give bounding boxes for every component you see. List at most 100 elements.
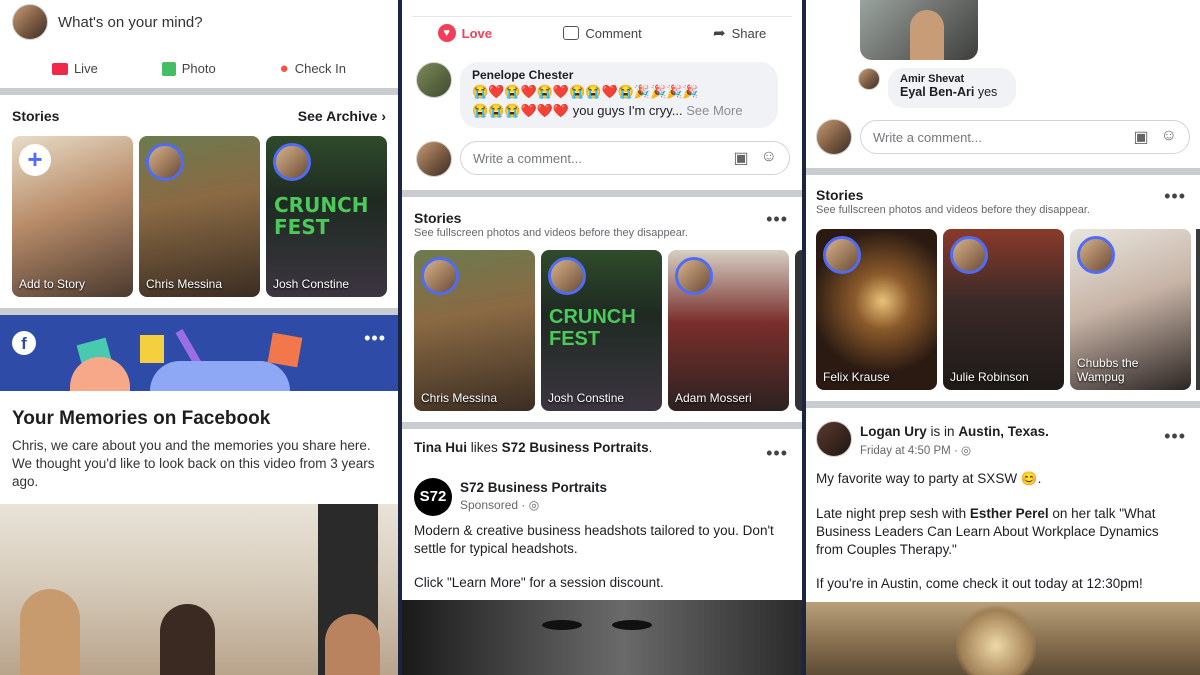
story-name: Julie Robinson [950, 370, 1029, 384]
avatar [416, 141, 452, 177]
more-options-icon[interactable]: ••• [766, 444, 788, 462]
story-card[interactable]: Felix Krause [816, 229, 937, 390]
avatar [823, 236, 861, 274]
story-name: Josh Constine [273, 277, 350, 291]
memories-illustration [70, 323, 330, 391]
sponsored-label: Sponsored · ◎ [460, 498, 540, 512]
camera-icon[interactable]: ▣ [1134, 127, 1149, 147]
reply-bubble: Amir Shevat Eyal Ben-Ari yes [888, 68, 1016, 108]
story-card[interactable]: Chris Messina [139, 136, 260, 297]
crunch-fest-sign: CRUNCH FEST [274, 193, 369, 239]
smiley-icon[interactable]: ☺ [761, 148, 777, 168]
stories-title: Stories [816, 187, 864, 203]
divider [0, 88, 398, 95]
story-name: Felix Krause [823, 370, 890, 384]
post-author[interactable]: Logan Ury [860, 424, 927, 439]
reply-author[interactable]: Amir Shevat [900, 73, 1004, 85]
post-header: Logan Ury is in Austin, Texas. [860, 424, 1049, 439]
comment-photo[interactable] [860, 0, 978, 60]
smiley-icon[interactable]: ☺ [1161, 127, 1177, 147]
post-image[interactable] [806, 602, 1200, 675]
memories-body: Chris, we care about you and the memorie… [12, 438, 375, 489]
story-name: Add to Story [19, 277, 86, 291]
comment-author[interactable]: Penelope Chester [472, 68, 766, 82]
post-text-2: Late night prep sesh with Esther Perel o… [816, 506, 1159, 557]
comment-line2: 😭😭😭❤️❤️❤️ you guys I'm cryy... [472, 103, 683, 118]
globe-icon: ◎ [528, 498, 540, 512]
divider [402, 422, 802, 429]
stories-header: Stories See Archive › [12, 108, 386, 124]
tagged-name[interactable]: Esther Perel [970, 506, 1049, 521]
story-card-partial[interactable] [795, 250, 802, 411]
ad-logo[interactable]: S72 [414, 478, 452, 516]
avatar [816, 421, 852, 457]
avatar [548, 257, 586, 295]
comment-input[interactable]: Write a comment... ▣ ☺ [460, 141, 790, 175]
see-more-link[interactable]: See More [686, 103, 742, 118]
more-options-icon[interactable]: ••• [766, 210, 788, 228]
avatar [816, 119, 852, 155]
story-name: Chubbs the Wampug [1077, 356, 1139, 384]
memory-video[interactable] [0, 504, 398, 675]
ad-body: Modern & creative business headshots tai… [414, 523, 774, 556]
check-in-button[interactable]: ● Check In [280, 60, 346, 77]
story-card-partial[interactable] [1196, 229, 1200, 390]
story-card[interactable]: CRUNCH FEST Josh Constine [266, 136, 387, 297]
avatar [12, 4, 48, 40]
story-name: Josh Constine [548, 391, 625, 405]
more-options-icon[interactable]: ••• [1164, 427, 1186, 445]
location-pin-icon: ● [279, 60, 289, 77]
share-button[interactable]: ➦ Share [713, 24, 766, 42]
photo-button[interactable]: Photo [161, 60, 216, 77]
ad-image[interactable] [402, 600, 802, 675]
story-name: Chris Messina [421, 391, 498, 405]
divider [806, 168, 1200, 175]
tagged-name[interactable]: Eyal Ben-Ari [900, 85, 974, 99]
stories-title: Stories [12, 108, 60, 124]
love-button[interactable]: ♥ Love [437, 24, 492, 42]
activity-line: Tina Hui likes S72 Business Portraits. [414, 440, 653, 455]
avatar [273, 143, 311, 181]
ad-page-name[interactable]: S72 Business Portraits [460, 480, 607, 495]
comment-button[interactable]: Comment [563, 24, 642, 42]
comment-line1: 😭❤️😭❤️😭❤️😭😭❤️😭🎉🎉🎉🎉 [472, 84, 699, 99]
facebook-icon: f [12, 331, 36, 355]
chevron-right-icon: › [381, 108, 386, 124]
reaction-bar [412, 16, 792, 17]
post-location[interactable]: Austin, Texas. [958, 424, 1049, 439]
composer[interactable]: What's on your mind? [12, 4, 203, 40]
story-name: Adam Mosseri [675, 391, 752, 405]
see-archive-link[interactable]: See Archive › [298, 108, 386, 124]
actor-name[interactable]: Tina Hui [414, 440, 467, 455]
avatar [675, 257, 713, 295]
globe-icon: ◎ [960, 445, 972, 457]
feed-panel-left: What's on your mind? Live Photo ● Check … [0, 0, 398, 675]
story-card[interactable]: Adam Mosseri [668, 250, 789, 411]
more-options-icon[interactable]: ••• [364, 329, 386, 347]
camera-icon[interactable]: ▣ [734, 148, 749, 168]
ad-body-cta: Click "Learn More" for a session discoun… [414, 575, 664, 590]
stories-title: Stories [414, 210, 462, 226]
add-to-story-card[interactable]: + Add to Story [12, 136, 133, 297]
activity-verb: likes [470, 440, 498, 455]
composer-placeholder[interactable]: What's on your mind? [58, 14, 203, 31]
page-name[interactable]: S72 Business Portraits [502, 440, 649, 455]
photo-icon [161, 61, 176, 76]
story-name: Chris Messina [146, 277, 223, 291]
feed-panel-right: Amir Shevat Eyal Ben-Ari yes Write a com… [806, 0, 1200, 675]
story-card[interactable]: Chris Messina [414, 250, 535, 411]
more-options-icon[interactable]: ••• [1164, 187, 1186, 205]
comment-bubble: Penelope Chester 😭❤️😭❤️😭❤️😭😭❤️😭🎉🎉🎉🎉 😭😭😭❤… [460, 62, 778, 128]
share-icon: ➦ [713, 25, 726, 42]
video-camera-icon [51, 62, 68, 75]
stories-subtitle: See fullscreen photos and videos before … [816, 204, 1090, 216]
live-button[interactable]: Live [51, 60, 98, 77]
divider [806, 401, 1200, 408]
story-card[interactable]: Julie Robinson [943, 229, 1064, 390]
add-icon[interactable]: + [19, 144, 51, 176]
divider [0, 308, 398, 315]
story-card[interactable]: CRUNCH FEST Josh Constine [541, 250, 662, 411]
story-card[interactable]: Chubbs the Wampug [1070, 229, 1191, 390]
crunch-fest-sign: CRUNCH FEST [549, 306, 636, 350]
comment-input[interactable]: Write a comment... ▣ ☺ [860, 120, 1190, 154]
